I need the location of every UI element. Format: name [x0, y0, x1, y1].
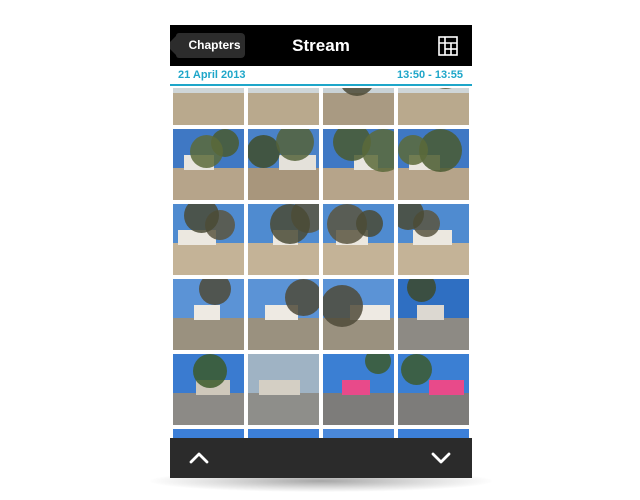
- photo-ground: [323, 170, 394, 200]
- navigation-bar: Chapters Stream: [170, 25, 472, 66]
- photo-sky: [323, 429, 394, 438]
- photo-ground: [248, 245, 319, 275]
- photo-thumbnail[interactable]: [398, 88, 469, 125]
- photo-sky: [248, 88, 319, 94]
- photo-ground: [248, 170, 319, 200]
- photo-thumbnail[interactable]: [173, 88, 244, 125]
- photo-sky: [398, 88, 469, 94]
- date-time-bar: 21 April 2013 13:50 - 13:55: [170, 66, 472, 86]
- photo-thumbnail[interactable]: [248, 354, 319, 425]
- photo-tree: [398, 135, 428, 165]
- photo-building: [417, 305, 444, 321]
- photo-sky: [248, 429, 319, 438]
- photo-thumbnail[interactable]: [323, 354, 394, 425]
- photo-ground: [248, 95, 319, 125]
- photo-tree: [193, 354, 227, 388]
- photo-thumbnail[interactable]: [173, 279, 244, 350]
- photo-thumbnail[interactable]: [323, 279, 394, 350]
- chevron-down-icon[interactable]: [429, 446, 453, 470]
- photo-ground: [248, 320, 319, 350]
- photo-thumbnail[interactable]: [323, 88, 394, 125]
- photo-thumbnail[interactable]: [248, 88, 319, 125]
- grid-icon[interactable]: [438, 36, 458, 56]
- photo-tree: [270, 204, 310, 244]
- chevron-up-icon[interactable]: [187, 446, 211, 470]
- photo-tree: [401, 354, 432, 385]
- photo-tree: [285, 279, 319, 316]
- photo-tree: [190, 135, 223, 168]
- photo-thumbnail[interactable]: [323, 429, 394, 438]
- photo-ground: [173, 95, 244, 125]
- photo-ground: [398, 320, 469, 350]
- photo-stream[interactable]: [170, 88, 472, 438]
- photo-ground: [173, 170, 244, 200]
- photo-thumbnail[interactable]: [323, 204, 394, 275]
- photo-thumbnail[interactable]: [173, 129, 244, 200]
- photo-building: [194, 305, 220, 321]
- photo-thumbnail[interactable]: [173, 204, 244, 275]
- photo-ground: [398, 170, 469, 200]
- photo-sky: [173, 429, 244, 438]
- photo-building: [342, 380, 370, 396]
- photo-thumbnail[interactable]: [248, 429, 319, 438]
- photo-thumbnail[interactable]: [398, 429, 469, 438]
- photo-thumbnail[interactable]: [398, 204, 469, 275]
- photo-ground: [398, 95, 469, 125]
- photo-thumbnail[interactable]: [248, 204, 319, 275]
- photo-ground: [323, 245, 394, 275]
- photo-thumbnail[interactable]: [248, 279, 319, 350]
- phone-screen: Chapters Stream 21 April 2013 13:50 - 13…: [170, 25, 472, 478]
- chapters-back-label: Chapters: [188, 38, 241, 52]
- stream-date: 21 April 2013: [178, 69, 246, 81]
- photo-thumbnail[interactable]: [398, 129, 469, 200]
- photo-ground: [173, 245, 244, 275]
- photo-ground: [248, 395, 319, 425]
- photo-ground: [323, 395, 394, 425]
- photo-thumbnail[interactable]: [173, 354, 244, 425]
- photo-sky: [173, 88, 244, 94]
- photo-tree: [323, 285, 363, 327]
- photo-ground: [173, 395, 244, 425]
- bottom-toolbar: [170, 438, 472, 478]
- photo-ground: [323, 95, 394, 125]
- photo-thumbnail[interactable]: [173, 429, 244, 438]
- photo-ground: [173, 320, 244, 350]
- stream-time-range: 13:50 - 13:55: [396, 69, 463, 81]
- photo-ground: [398, 245, 469, 275]
- photo-thumbnail[interactable]: [398, 354, 469, 425]
- photo-sky: [398, 429, 469, 438]
- photo-ground: [398, 395, 469, 425]
- photo-thumbnail[interactable]: [248, 129, 319, 200]
- photo-tree: [356, 210, 383, 237]
- photo-thumbnail[interactable]: [398, 279, 469, 350]
- photo-thumbnail[interactable]: [323, 129, 394, 200]
